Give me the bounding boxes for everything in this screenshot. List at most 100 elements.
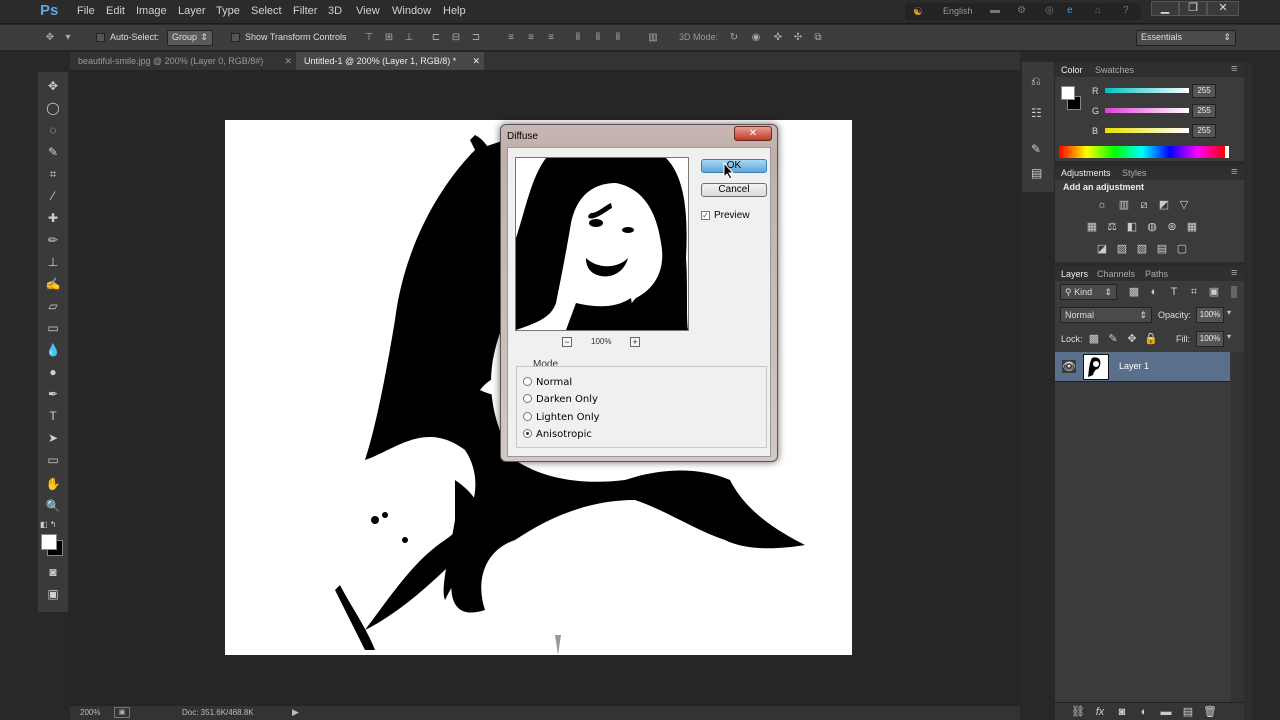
menu-window[interactable]: Window bbox=[392, 5, 431, 17]
eraser-tool-icon[interactable]: ▱ bbox=[38, 296, 68, 316]
status-menu-arrow[interactable]: ▶ bbox=[292, 707, 299, 718]
add-mask-icon[interactable]: ◙ bbox=[1115, 706, 1129, 718]
maximize-button[interactable]: ❐ bbox=[1179, 1, 1207, 16]
workspace-dropdown[interactable]: Essentials ⇕ bbox=[1136, 30, 1236, 46]
color-lookup-icon[interactable]: ▦ bbox=[1185, 221, 1199, 233]
mode-anisotropic-radio[interactable]: Anisotropic bbox=[523, 429, 592, 440]
tab-color[interactable]: Color bbox=[1061, 65, 1083, 75]
distribute-vcenter-icon[interactable]: ≡ bbox=[525, 32, 537, 44]
tab-paths[interactable]: Paths bbox=[1145, 269, 1168, 279]
tab-close-icon[interactable]: ✕ bbox=[284, 52, 292, 70]
preview-checkbox[interactable]: ✓ bbox=[701, 211, 710, 220]
zoom-readout[interactable]: 200% bbox=[80, 708, 100, 717]
show-transform-checkbox[interactable] bbox=[231, 33, 240, 42]
zoom-out-button[interactable]: − bbox=[562, 337, 572, 347]
mode-darken-only-radio[interactable]: Darken Only bbox=[523, 394, 598, 405]
new-group-icon[interactable]: ▬ bbox=[1159, 706, 1173, 718]
screen-mode-icon[interactable]: ▣ bbox=[38, 584, 68, 604]
filter-toggle[interactable] bbox=[1231, 286, 1237, 298]
pen-tool-icon[interactable]: ✒ bbox=[38, 384, 68, 404]
curves-icon[interactable]: ⧄ bbox=[1137, 199, 1151, 211]
levels-icon[interactable]: ▥ bbox=[1117, 199, 1131, 211]
invert-icon[interactable]: ◪ bbox=[1095, 243, 1109, 255]
posterize-icon[interactable]: ▨ bbox=[1115, 243, 1129, 255]
panel-menu-icon[interactable]: ≡ bbox=[1231, 267, 1237, 279]
eyedropper-tool-icon[interactable]: ⁄ bbox=[38, 186, 68, 206]
quick-select-tool-icon[interactable]: ✎ bbox=[38, 142, 68, 162]
language-label[interactable]: English bbox=[943, 6, 973, 16]
menu-layer[interactable]: Layer bbox=[178, 5, 206, 17]
lock-all-icon[interactable]: 🔒 bbox=[1144, 333, 1158, 345]
channel-g-slider[interactable] bbox=[1105, 108, 1189, 113]
panel-menu-icon[interactable]: ≡ bbox=[1231, 63, 1237, 75]
filter-type-icon[interactable]: T bbox=[1167, 286, 1181, 298]
color-spectrum-ramp[interactable] bbox=[1059, 146, 1225, 158]
zoom-in-button[interactable]: + bbox=[630, 337, 640, 347]
lock-image-icon[interactable]: ✎ bbox=[1106, 333, 1120, 345]
minimize-button[interactable]: ▁ bbox=[1151, 1, 1179, 16]
auto-select-checkbox[interactable] bbox=[96, 33, 105, 42]
menu-view[interactable]: View bbox=[356, 5, 380, 17]
align-left-icon[interactable]: ⊏ bbox=[430, 32, 442, 44]
menu-select[interactable]: Select bbox=[251, 5, 282, 17]
browser-icon[interactable]: e bbox=[1067, 5, 1073, 16]
3d-slide-icon[interactable]: ✣ bbox=[792, 32, 804, 44]
move-tool-icon[interactable]: ✥ bbox=[40, 32, 60, 44]
healing-brush-tool-icon[interactable]: ✚ bbox=[38, 208, 68, 228]
3d-rotate-icon[interactable]: ↻ bbox=[728, 32, 740, 44]
gradient-map-icon[interactable]: ▤ bbox=[1155, 243, 1169, 255]
channel-g-input[interactable]: 255 bbox=[1192, 104, 1216, 118]
distribute-left-icon[interactable]: ⦀ bbox=[572, 32, 584, 44]
menu-image[interactable]: Image bbox=[136, 5, 167, 17]
tab-styles[interactable]: Styles bbox=[1122, 168, 1147, 178]
fill-input[interactable]: 100% bbox=[1196, 331, 1224, 347]
layer-name[interactable]: Layer 1 bbox=[1119, 361, 1149, 371]
foreground-color-swatch[interactable] bbox=[41, 534, 57, 550]
mode-normal-radio[interactable]: Normal bbox=[523, 377, 572, 388]
selective-color-icon[interactable]: ▢ bbox=[1175, 243, 1189, 255]
globe-icon[interactable]: ◎ bbox=[1045, 5, 1054, 16]
3d-drag-icon[interactable]: ✜ bbox=[772, 32, 784, 44]
filter-adjustment-icon[interactable]: ◐ bbox=[1147, 286, 1161, 298]
menu-type[interactable]: Type bbox=[216, 5, 240, 17]
filter-shape-icon[interactable]: ⌗ bbox=[1187, 286, 1201, 298]
brightness-icon[interactable]: ☼ bbox=[1095, 199, 1109, 211]
gear-icon[interactable]: ⚙ bbox=[1017, 5, 1026, 16]
tab-untitled-1[interactable]: Untitled-1 @ 200% (Layer 1, RGB/8) * ✕ bbox=[296, 52, 484, 70]
path-select-tool-icon[interactable]: ➤ bbox=[38, 428, 68, 448]
clone-stamp-tool-icon[interactable]: ⊥ bbox=[38, 252, 68, 272]
visibility-eye-icon[interactable]: 👁 bbox=[1062, 360, 1076, 373]
delete-layer-icon[interactable]: 🗑 bbox=[1203, 706, 1217, 718]
filter-pixel-icon[interactable]: ▩ bbox=[1127, 286, 1141, 298]
align-hcenter-icon[interactable]: ⊟ bbox=[450, 32, 462, 44]
spectrum-white[interactable] bbox=[1225, 146, 1229, 158]
tab-swatches[interactable]: Swatches bbox=[1095, 65, 1134, 75]
menu-help[interactable]: Help bbox=[443, 5, 466, 17]
channel-mixer-icon[interactable]: ⊛ bbox=[1165, 221, 1179, 233]
align-top-icon[interactable]: ⊤ bbox=[363, 32, 375, 44]
menu-filter[interactable]: Filter bbox=[293, 5, 317, 17]
menu-edit[interactable]: Edit bbox=[106, 5, 125, 17]
gradient-tool-icon[interactable]: ▭ bbox=[38, 318, 68, 338]
channel-r-input[interactable]: 255 bbox=[1192, 84, 1216, 98]
quick-mask-icon[interactable]: ◙ bbox=[38, 562, 68, 582]
tool-preset-dropdown[interactable]: ▾ bbox=[62, 32, 74, 44]
pin-icon[interactable]: ⌂ bbox=[1095, 5, 1101, 16]
default-colors-icon[interactable]: ◧ ↰ bbox=[40, 520, 56, 529]
color-balance-icon[interactable]: ⚖ bbox=[1105, 221, 1119, 233]
rectangle-tool-icon[interactable]: ▭ bbox=[38, 450, 68, 470]
tab-beautiful-smile[interactable]: beautiful-smile.jpg @ 200% (Layer 0, RGB… bbox=[70, 52, 296, 70]
layer-row[interactable]: 👁 Layer 1 bbox=[1055, 352, 1230, 382]
move-tool-icon[interactable]: ✥ bbox=[38, 76, 68, 96]
new-adjustment-layer-icon[interactable]: ◐ bbox=[1137, 706, 1151, 718]
tab-channels[interactable]: Channels bbox=[1097, 269, 1135, 279]
lock-position-icon[interactable]: ✥ bbox=[1125, 333, 1139, 345]
auto-select-dropdown[interactable]: Group ⇕ bbox=[167, 30, 213, 46]
opacity-input[interactable]: 100% bbox=[1196, 307, 1224, 323]
auto-align-icon[interactable]: ▥ bbox=[647, 32, 659, 44]
blur-tool-icon[interactable]: 💧 bbox=[38, 340, 68, 360]
new-layer-icon[interactable]: ▤ bbox=[1181, 706, 1195, 718]
filter-smart-object-icon[interactable]: ▣ bbox=[1207, 286, 1221, 298]
mode-lighten-only-radio[interactable]: Lighten Only bbox=[523, 412, 600, 423]
minus-icon[interactable]: ▬ bbox=[990, 5, 1000, 16]
